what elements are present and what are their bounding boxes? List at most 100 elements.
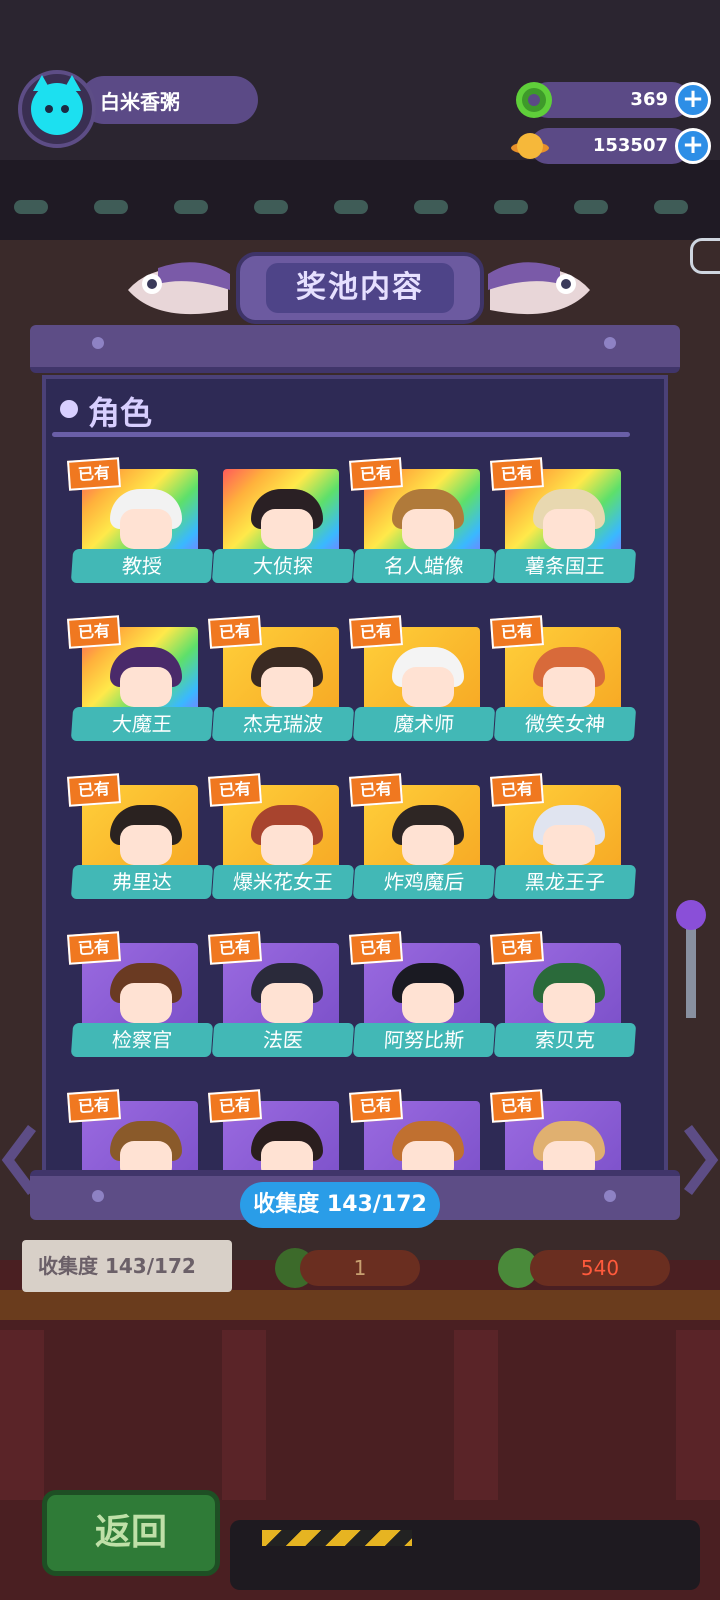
character-card[interactable]: 爆米花女王 已有 xyxy=(208,773,355,915)
character-name: 阿努比斯 xyxy=(352,1023,496,1057)
character-face xyxy=(543,667,595,707)
owned-badge: 已有 xyxy=(67,1089,121,1123)
player-name: 白米香粥 xyxy=(100,90,180,114)
panel-title: 奖池内容 xyxy=(266,263,454,313)
character-card[interactable]: 名人蜡像 已有 xyxy=(349,457,496,599)
panel-top-rail xyxy=(30,325,680,373)
character-card[interactable]: 法医 已有 xyxy=(208,931,355,1073)
character-card[interactable]: 已有 xyxy=(208,1089,353,1171)
character-face xyxy=(120,667,172,707)
character-card[interactable]: 检察官 已有 xyxy=(67,931,214,1073)
add-planet-coin-button[interactable]: + xyxy=(675,128,711,164)
character-name: 大侦探 xyxy=(211,549,355,583)
planet-currency-value: 153507 xyxy=(592,135,668,156)
owned-badge: 已有 xyxy=(67,773,121,807)
character-face xyxy=(120,825,172,865)
character-card[interactable]: 已有 xyxy=(349,1089,494,1171)
owned-badge: 已有 xyxy=(67,931,121,965)
character-face xyxy=(543,825,595,865)
section-title: 角色 xyxy=(88,394,153,432)
owned-badge: 已有 xyxy=(208,1089,262,1123)
character-face xyxy=(261,667,313,707)
character-name: 教授 xyxy=(70,549,214,583)
lever-stick xyxy=(686,928,696,1018)
owned-badge: 已有 xyxy=(490,931,544,965)
donut-icon xyxy=(516,82,552,118)
hazard-stripe xyxy=(262,1530,412,1546)
owned-badge: 已有 xyxy=(490,615,544,649)
character-card[interactable]: 已有 xyxy=(490,1089,635,1171)
background-counter-2: 540 xyxy=(530,1250,670,1286)
character-face xyxy=(120,509,172,549)
character-card[interactable]: 索贝克 已有 xyxy=(490,931,637,1073)
lever-knob xyxy=(676,900,706,930)
fish-decoration-right-icon xyxy=(488,262,590,315)
owned-badge: 已有 xyxy=(349,457,403,491)
character-face xyxy=(402,983,454,1023)
character-face xyxy=(543,509,595,549)
character-face xyxy=(261,983,313,1023)
character-name: 微笑女神 xyxy=(493,707,637,741)
owned-badge: 已有 xyxy=(349,615,403,649)
cat-avatar-icon xyxy=(31,75,83,135)
character-face xyxy=(402,667,454,707)
side-clip-icon[interactable] xyxy=(690,238,720,274)
player-avatar[interactable] xyxy=(18,70,96,148)
character-name: 黑龙王子 xyxy=(493,865,637,899)
character-face xyxy=(402,509,454,549)
character-face xyxy=(120,983,172,1023)
owned-badge: 已有 xyxy=(490,773,544,807)
background-pillar xyxy=(0,1330,44,1500)
character-face xyxy=(261,825,313,865)
add-donut-button[interactable]: + xyxy=(675,82,711,118)
chevron-right-icon xyxy=(684,1125,719,1195)
owned-badge: 已有 xyxy=(208,615,262,649)
background-counter-1: 1 xyxy=(300,1250,420,1286)
character-name: 薯条国王 xyxy=(493,549,637,583)
character-card[interactable]: 阿努比斯 已有 xyxy=(349,931,496,1073)
character-face xyxy=(261,509,313,549)
character-card[interactable]: 炸鸡魔后 已有 xyxy=(349,773,496,915)
section-dot xyxy=(60,400,78,418)
owned-badge: 已有 xyxy=(490,1089,544,1123)
donut-currency-value: 369 xyxy=(630,89,668,110)
character-card[interactable]: 大魔王 已有 xyxy=(67,615,214,757)
background-pillar xyxy=(222,1330,266,1500)
planet-coin-icon xyxy=(511,133,549,159)
character-card[interactable]: 黑龙王子 已有 xyxy=(490,773,637,915)
owned-badge: 已有 xyxy=(349,1089,403,1123)
character-card[interactable]: 弗里达 已有 xyxy=(67,773,214,915)
back-button[interactable]: 返回 xyxy=(42,1490,220,1576)
owned-badge: 已有 xyxy=(67,615,121,649)
background-collection-label: 收集度 143/172 xyxy=(22,1240,232,1292)
owned-badge: 已有 xyxy=(349,931,403,965)
character-name: 大魔王 xyxy=(70,707,214,741)
character-card[interactable]: 薯条国王 已有 xyxy=(490,457,637,599)
owned-badge: 已有 xyxy=(67,457,121,491)
prize-pool-panel[interactable]: 教授 已有 大侦探 名人蜡像 已有 薯条国王 已有 大魔王 已有 杰克瑞波 已有 魔术师 已有 微笑女神已… xyxy=(42,375,668,1175)
owned-badge: 已有 xyxy=(349,773,403,807)
background-lights xyxy=(0,200,720,220)
character-card[interactable]: 教授 已有 xyxy=(67,457,214,599)
character-name: 检察官 xyxy=(70,1023,214,1057)
background-counter xyxy=(0,1290,720,1320)
character-face xyxy=(543,983,595,1023)
collection-progress: 收集度 143/172 xyxy=(240,1182,440,1228)
character-name: 法医 xyxy=(211,1023,355,1057)
character-name: 索贝克 xyxy=(493,1023,637,1057)
owned-badge: 已有 xyxy=(208,773,262,807)
character-card[interactable]: 魔术师 已有 xyxy=(349,615,496,757)
fish-decoration-left-icon xyxy=(128,262,230,315)
character-card[interactable]: 杰克瑞波 已有 xyxy=(208,615,355,757)
character-card[interactable]: 微笑女神 已有 xyxy=(490,615,637,757)
character-name: 杰克瑞波 xyxy=(211,707,355,741)
section-divider xyxy=(52,432,630,437)
character-name: 魔术师 xyxy=(352,707,496,741)
owned-badge: 已有 xyxy=(208,931,262,965)
character-name: 爆米花女王 xyxy=(211,865,355,899)
background-pillar xyxy=(676,1330,720,1500)
character-name: 弗里达 xyxy=(70,865,214,899)
background-pillar xyxy=(454,1330,498,1500)
character-card[interactable]: 已有 xyxy=(67,1089,212,1171)
character-card[interactable]: 大侦探 xyxy=(211,461,355,599)
